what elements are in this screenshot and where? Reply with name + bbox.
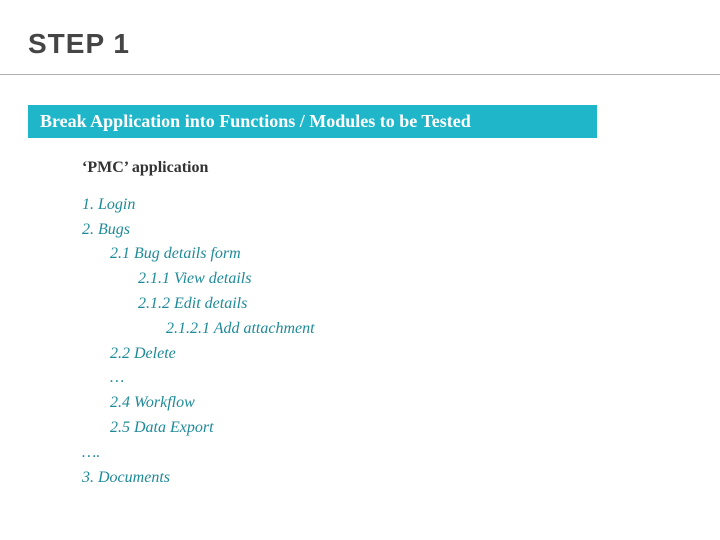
module-outline: 1. Login 2. Bugs 2.1 Bug details form 2.… (82, 193, 720, 491)
outline-item: 2.1.2 Edit details (82, 292, 720, 317)
footer-bar: <epam> CONFIDENTIAL 22 (0, 532, 720, 540)
title-divider (0, 74, 720, 75)
application-name: ‘PMC’ application (82, 156, 720, 181)
body-content: ‘PMC’ application 1. Login 2. Bugs 2.1 B… (82, 156, 720, 490)
slide-title: STEP 1 (28, 28, 720, 60)
outline-item: 3. Documents (82, 466, 720, 491)
outline-item: 2. Bugs (82, 218, 720, 243)
outline-item: …. (82, 441, 720, 466)
outline-item: 1. Login (82, 193, 720, 218)
section-header-bar: Break Application into Functions / Modul… (28, 105, 597, 138)
outline-item: 2.5 Data Export (82, 416, 720, 441)
outline-item: 2.1 Bug details form (82, 242, 720, 267)
outline-item: 2.1.2.1 Add attachment (82, 317, 720, 342)
outline-item: 2.2 Delete (82, 342, 720, 367)
outline-item: 2.4 Workflow (82, 391, 720, 416)
outline-item: 2.1.1 View details (82, 267, 720, 292)
outline-item: … (82, 366, 720, 391)
